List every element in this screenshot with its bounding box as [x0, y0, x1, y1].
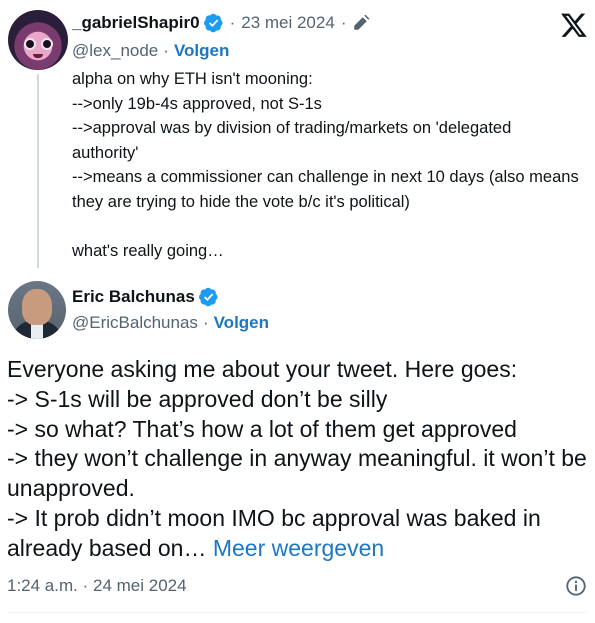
tweet-time[interactable]: 1:24 a.m.	[7, 576, 78, 595]
main-author-handle[interactable]: @EricBalchunas	[72, 313, 198, 333]
main-author-avatar[interactable]	[8, 281, 66, 339]
pencil-icon	[354, 14, 370, 30]
quoted-tweet[interactable]: _gabrielShapir0 · 23 mei 2024 · @lex_nod…	[0, 0, 595, 270]
avatar-face	[22, 289, 52, 325]
meta-separator: ·	[340, 13, 347, 32]
quoted-follow-button[interactable]: Volgen	[174, 41, 229, 61]
main-handle-row: @EricBalchunas · Volgen	[72, 313, 269, 333]
quoted-tweet-header: _gabrielShapir0 · 23 mei 2024 ·	[72, 11, 370, 35]
main-tweet-text: Everyone asking me about your tweet. Her…	[7, 355, 587, 564]
quoted-author-handle[interactable]: @lex_node	[72, 41, 158, 61]
timestamp-separator: ·	[82, 576, 93, 595]
tweet-date[interactable]: 24 mei 2024	[93, 576, 187, 595]
quoted-text-line: -->means a commissioner can challenge in…	[72, 168, 584, 211]
quoted-text-line: what's really going…	[72, 241, 224, 260]
show-more-link[interactable]: Meer weergeven	[213, 535, 384, 561]
main-text-line: -> they won’t challenge in anyway meanin…	[7, 445, 594, 502]
main-text-last-line: -> It prob didn’t moon IMO bc approval w…	[7, 504, 587, 564]
quoted-text-line: -->approval was by division of trading/m…	[72, 119, 516, 162]
meta-separator: ·	[229, 13, 236, 32]
main-text-line: -> S-1s will be approved don’t be silly	[7, 385, 388, 412]
avatar-eye-left	[24, 38, 36, 50]
verified-badge-icon	[203, 13, 223, 33]
quoted-text-line: alpha on why ETH isn't mooning:	[72, 70, 313, 88]
main-text-line: -> so what? That’s how a lot of them get…	[7, 415, 517, 442]
thread-connector-line	[37, 74, 39, 268]
info-icon[interactable]	[565, 575, 587, 597]
quoted-tweet-text: alpha on why ETH isn't mooning: -->only …	[72, 67, 582, 263]
tweet-timestamp-row[interactable]: 1:24 a.m. · 24 mei 2024	[7, 576, 187, 596]
avatar-eye-right	[41, 38, 53, 50]
quoted-author-avatar[interactable]	[8, 10, 68, 70]
main-tweet-header: Eric Balchunas	[72, 285, 219, 309]
quoted-text-line: -->only 19b-4s approved, not S-1s	[72, 94, 322, 113]
handle-separator: ·	[163, 41, 169, 60]
quoted-handle-row: @lex_node · Volgen	[72, 41, 229, 61]
quoted-author-name[interactable]: _gabrielShapir0	[72, 13, 200, 33]
verified-badge-icon	[198, 287, 218, 307]
avatar-mouth	[33, 54, 43, 58]
x-logo-icon[interactable]	[560, 11, 588, 39]
quoted-post-date[interactable]: 23 mei 2024	[241, 13, 335, 33]
main-author-name[interactable]: Eric Balchunas	[72, 287, 195, 307]
bottom-divider	[7, 612, 587, 613]
main-follow-button[interactable]: Volgen	[214, 313, 269, 333]
handle-separator: ·	[202, 313, 209, 332]
main-text-line: Everyone asking me about your tweet. Her…	[7, 356, 518, 382]
quoted-text-blank-line	[72, 214, 582, 239]
